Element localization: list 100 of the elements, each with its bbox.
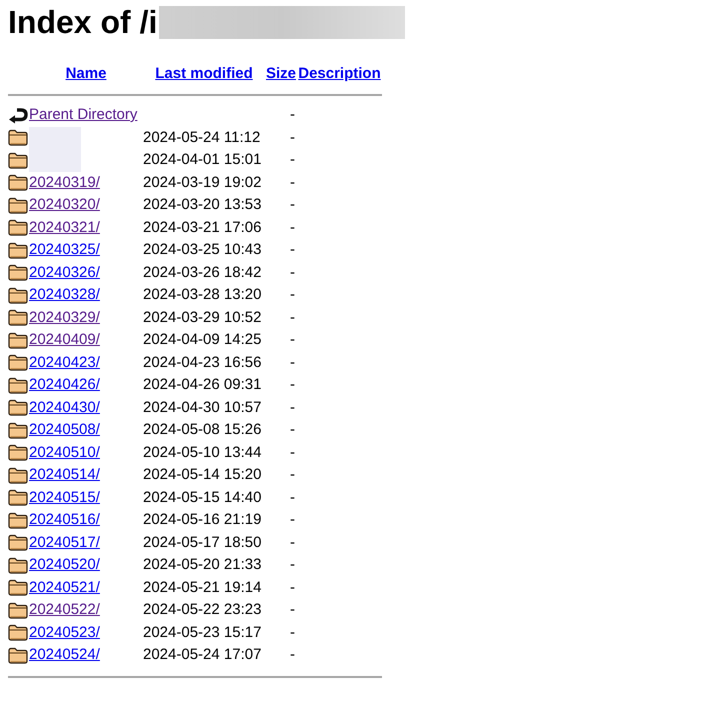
size-value: - [290,330,295,350]
folder-link[interactable]: 20240522/ [29,599,100,622]
modified-date: 2024-03-26 18:42 [143,262,262,282]
size-value: - [290,195,295,215]
folder-link[interactable]: 20240508/ [29,419,100,442]
folder-icon [8,579,28,596]
modified-date: 2024-03-28 13:20 [143,285,262,305]
modified-date: 2024-05-14 15:20 [143,465,262,485]
folder-icon [8,376,28,394]
page-title: Index of /i [8,3,158,42]
size-value: - [290,510,295,530]
modified-date: 2024-03-25 10:43 [143,240,262,260]
folder-icon [8,624,28,642]
parent-directory-link[interactable]: Parent Directory [29,104,138,126]
size-value: - [290,218,295,238]
folder-icon [8,489,28,506]
size-value: - [290,600,295,620]
size-value: - [290,532,295,552]
folder-icon [8,422,28,439]
modified-date: 2024-04-01 15:01 [143,150,262,170]
modified-date: 2024-05-23 15:17 [143,622,262,642]
modified-date: 2024-03-21 17:06 [143,218,262,238]
folder-link[interactable]: 20240409/ [29,329,100,352]
size-value: - [290,105,295,125]
size-value: - [290,375,295,395]
modified-date: 2024-05-10 13:44 [143,442,262,462]
size-value: - [290,128,295,148]
folder-icon [8,219,28,236]
folder-icon [8,556,28,574]
folder-icon [8,242,28,259]
folder-link[interactable]: 20240423/ [29,352,100,374]
size-value: - [290,420,295,440]
modified-date: 2024-05-16 21:19 [143,510,262,530]
modified-date: 2024-03-19 19:02 [143,172,262,192]
size-value: - [290,442,295,462]
folder-icon [8,602,28,619]
folder-link[interactable]: 20240426/ [29,374,100,396]
folder-icon [8,286,28,304]
folder-link[interactable]: 20240321/ [29,216,100,239]
folder-icon [8,196,28,214]
size-value: - [290,240,295,260]
size-value: - [290,285,295,305]
folder-icon [8,129,28,146]
size-value: - [290,555,295,575]
column-header-link[interactable]: Description [298,63,381,86]
folder-icon [8,399,28,416]
modified-date: 2024-04-26 09:31 [143,375,262,395]
size-value: - [290,465,295,485]
modified-date: 2024-05-17 18:50 [143,532,262,552]
column-header-link[interactable]: Name [66,63,106,86]
size-value: - [290,308,295,328]
folder-link[interactable]: 20240328/ [29,284,100,306]
modified-date: 2024-05-22 23:23 [143,600,262,620]
folder-icon [8,332,28,349]
size-value: - [290,262,295,282]
folder-link[interactable]: 20240320/ [29,194,100,216]
folder-icon [8,534,28,552]
folder-link[interactable]: 20240510/ [29,442,100,464]
folder-link[interactable]: 20240523/ [29,622,100,644]
size-value: - [290,150,295,170]
folder-link[interactable]: 20240430/ [29,396,100,419]
modified-date: 2024-04-30 10:57 [143,398,262,418]
folder-icon [8,354,28,372]
folder-link[interactable]: 20240319/ [29,172,100,194]
modified-date: 2024-05-21 19:14 [143,578,262,598]
column-header-link[interactable]: Size [266,63,296,86]
size-value: - [290,488,295,508]
size-value: - [290,578,295,598]
folder-link[interactable]: 20240520/ [29,554,100,576]
folder-link[interactable]: 20240524/ [29,644,100,666]
folder-icon [8,309,28,326]
folder-icon [8,646,28,664]
folder-link[interactable]: 20240516/ [29,509,100,532]
size-value: - [290,352,295,372]
folder-icon [8,466,28,484]
folder-link[interactable]: 20240329/ [29,306,100,329]
modified-date: 2024-05-08 15:26 [143,420,262,440]
folder-link[interactable]: 20240521/ [29,576,100,599]
size-value: - [290,172,295,192]
folder-icon [8,444,28,462]
size-value: - [290,622,295,642]
modified-date: 2024-05-24 11:12 [143,128,260,148]
modified-date: 2024-05-15 14:40 [143,488,262,508]
folder-link[interactable]: 20240517/ [29,532,100,554]
back-arrow-icon [8,106,28,124]
modified-date: 2024-05-24 17:07 [143,645,262,665]
folder-link[interactable]: 20240515/ [29,486,100,509]
folder-icon [8,512,28,529]
folder-link[interactable]: 20240326/ [29,262,100,284]
folder-icon [8,174,28,192]
folder-icon [8,264,28,282]
size-value: - [290,398,295,418]
modified-date: 2024-04-23 16:56 [143,352,262,372]
size-value: - [290,645,295,665]
column-header-link[interactable]: Last modified [155,63,253,86]
modified-date: 2024-03-29 10:52 [143,308,262,328]
folder-link[interactable]: 20240325/ [29,239,100,262]
modified-date: 2024-05-20 21:33 [143,555,262,575]
folder-link[interactable]: 20240514/ [29,464,100,486]
modified-date: 2024-03-20 13:53 [143,195,262,215]
